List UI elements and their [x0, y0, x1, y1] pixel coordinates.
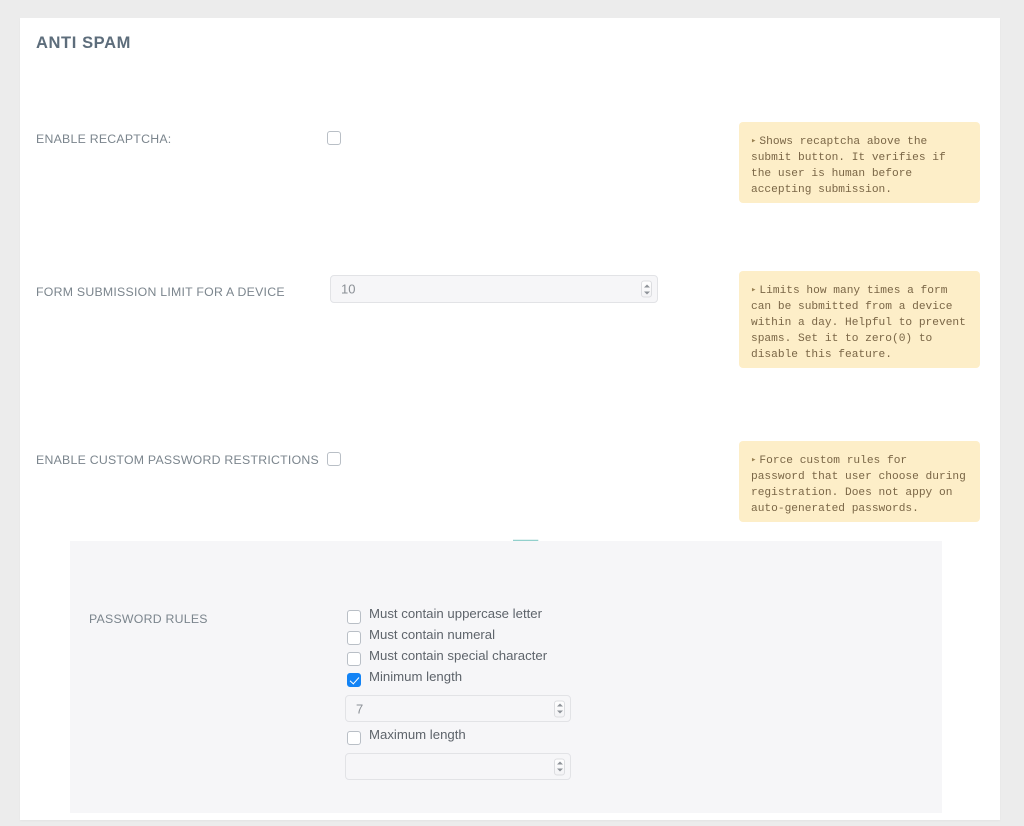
- help-note-text: Force custom rules for password that use…: [751, 455, 966, 515]
- input-form-submission-limit-value: 10: [341, 281, 356, 297]
- input-minimum-length-wrap: 7: [345, 695, 571, 722]
- help-note-form-submission-limit: ▸ Limits how many times a form can be sub…: [739, 271, 980, 368]
- rule-label: Must contain numeral: [369, 627, 496, 642]
- input-maximum-length[interactable]: [345, 753, 571, 780]
- rule-maximum-length[interactable]: Maximum length: [347, 727, 647, 749]
- help-note-text: Shows recaptcha above the submit button.…: [751, 136, 946, 196]
- input-minimum-length-value: 7: [356, 701, 364, 716]
- stepper-down-icon[interactable]: [556, 768, 563, 772]
- checkbox-must-contain-special-character[interactable]: [347, 652, 361, 666]
- password-rules-panel: PASSWORD RULES Must contain uppercase le…: [70, 541, 942, 813]
- checkbox-must-contain-uppercase[interactable]: [347, 610, 361, 624]
- stepper-up-icon[interactable]: [556, 761, 563, 765]
- rule-numeral[interactable]: Must contain numeral: [347, 627, 647, 649]
- rule-minimum-length[interactable]: Minimum length: [347, 669, 647, 691]
- password-rules-list: Must contain uppercase letter Must conta…: [345, 606, 647, 786]
- label-form-submission-limit: FORM SUBMISSION LIMIT FOR A DEVICE: [36, 285, 285, 299]
- rule-special-character[interactable]: Must contain special character: [347, 648, 647, 670]
- checkbox-must-contain-numeral[interactable]: [347, 631, 361, 645]
- maximum-length-stepper[interactable]: [554, 758, 565, 775]
- help-note-password-restrictions: ▸ Force custom rules for password that us…: [739, 441, 980, 522]
- anti-spam-settings-card: ANTI SPAM ENABLE RECAPTCHA: ▸ Shows recap…: [20, 18, 1000, 820]
- help-bullet-icon: ▸: [751, 285, 757, 295]
- input-maximum-length-wrap: [345, 753, 571, 780]
- stepper-down-icon[interactable]: [556, 710, 563, 714]
- label-password-rules: PASSWORD RULES: [89, 612, 208, 626]
- rule-label: Minimum length: [369, 669, 463, 684]
- checkbox-enable-password-restrictions[interactable]: [327, 452, 341, 466]
- input-form-submission-limit[interactable]: 10: [330, 275, 658, 303]
- input-minimum-length[interactable]: 7: [345, 695, 571, 722]
- form-submission-limit-stepper[interactable]: [641, 280, 652, 298]
- help-note-text: Limits how many times a form can be subm…: [751, 285, 966, 361]
- help-note-enable-recaptcha: ▸ Shows recaptcha above the submit button…: [739, 122, 980, 203]
- rule-label: Must contain uppercase letter: [369, 606, 542, 621]
- stepper-up-icon[interactable]: [556, 703, 563, 707]
- rule-label: Maximum length: [369, 727, 466, 742]
- stepper-down-icon[interactable]: [643, 291, 650, 294]
- label-enable-password-restrictions: ENABLE CUSTOM PASSWORD RESTRICTIONS: [36, 453, 319, 467]
- checkbox-enable-recaptcha[interactable]: [327, 131, 341, 145]
- help-bullet-icon: ▸: [751, 136, 757, 146]
- rule-label: Must contain special character: [369, 648, 548, 663]
- rule-uppercase-letter[interactable]: Must contain uppercase letter: [347, 606, 647, 628]
- checkbox-maximum-length[interactable]: [347, 731, 361, 745]
- page-title: ANTI SPAM: [36, 34, 131, 52]
- help-bullet-icon: ▸: [751, 455, 757, 465]
- stepper-up-icon[interactable]: [643, 284, 650, 287]
- checkbox-minimum-length[interactable]: [347, 673, 361, 687]
- label-enable-recaptcha: ENABLE RECAPTCHA:: [36, 132, 172, 146]
- minimum-length-stepper[interactable]: [554, 700, 565, 717]
